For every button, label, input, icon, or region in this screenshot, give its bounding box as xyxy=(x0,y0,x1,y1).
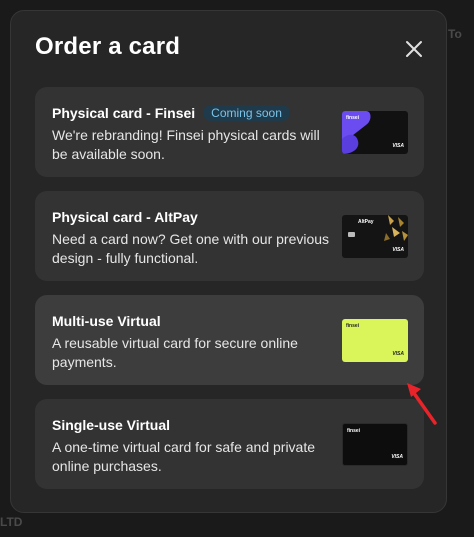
coming-soon-badge: Coming soon xyxy=(203,105,290,121)
order-card-modal: Order a card Physical card - Finsei Comin… xyxy=(10,10,447,513)
option-title: Multi-use Virtual xyxy=(52,313,161,329)
black-card-image: finsei VISA xyxy=(342,423,408,466)
option-title: Physical card - AltPay xyxy=(52,209,198,225)
option-description: Need a card now? Get one with our previo… xyxy=(52,231,330,266)
option-title: Single-use Virtual xyxy=(52,417,170,433)
annotation-arrow-icon xyxy=(407,383,437,425)
card-logo: finsei xyxy=(346,323,360,329)
background-text: To xyxy=(448,27,462,41)
card-logo: finsei xyxy=(346,115,360,121)
finsei-card-image: finsei VISA xyxy=(342,111,408,154)
option-description: A reusable virtual card for secure onlin… xyxy=(52,335,298,370)
visa-logo: VISA xyxy=(392,143,404,149)
option-title: Physical card - Finsei Coming soon xyxy=(52,105,290,121)
option-physical-finsei[interactable]: Physical card - Finsei Coming soon We're … xyxy=(35,87,424,177)
option-multi-use-virtual[interactable]: Multi-use Virtual A reusable virtual car… xyxy=(35,295,424,385)
altpay-card-image: AltPay VISA xyxy=(342,215,408,258)
visa-logo: VISA xyxy=(392,247,404,253)
card-logo: AltPay xyxy=(358,219,374,225)
visa-logo: VISA xyxy=(391,454,403,460)
close-icon[interactable] xyxy=(403,38,425,60)
option-single-use-virtual[interactable]: Single-use Virtual A one-time virtual ca… xyxy=(35,399,424,489)
visa-logo: VISA xyxy=(392,351,404,357)
card-logo: finsei xyxy=(347,428,361,434)
lime-card-image: finsei VISA xyxy=(342,319,408,362)
background-text: LTD xyxy=(0,515,23,529)
modal-title: Order a card xyxy=(35,33,181,60)
option-description: A one-time virtual card for safe and pri… xyxy=(52,439,316,474)
option-physical-altpay[interactable]: Physical card - AltPay Need a card now? … xyxy=(35,191,424,281)
option-description: We're rebranding! Finsei physical cards … xyxy=(52,127,320,162)
